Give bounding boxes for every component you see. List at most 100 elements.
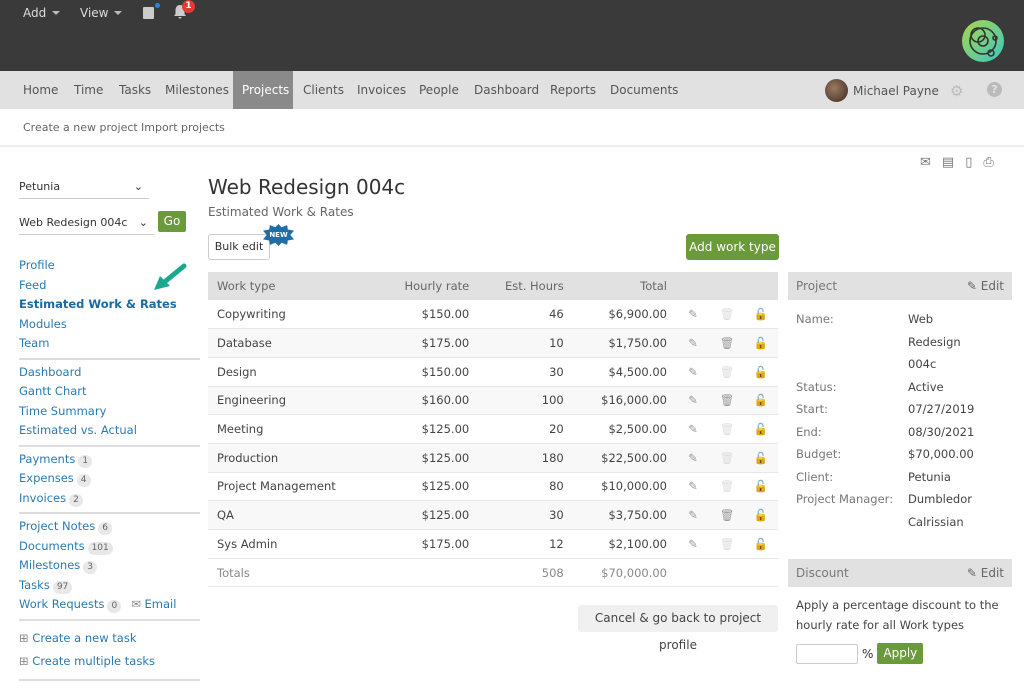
chevron-down-icon: ⌄ [138,216,148,229]
user-name: Michael Payne [853,83,939,98]
unlock-icon[interactable]: 🔓 [744,443,778,473]
unlock-icon[interactable]: 🔓 [744,386,778,416]
plus-box-icon: ⊞ [19,653,33,668]
hourly-rate-cell: $150.00 [376,300,479,330]
discount-input[interactable] [796,643,858,664]
sidebar-item-work-requests[interactable]: Work Requests 0 [19,595,122,615]
nav-people[interactable]: People [410,71,468,109]
pencil-icon[interactable]: ✎ [676,328,710,358]
edit-project-button[interactable]: ✎ Edit [967,279,1004,293]
sidebar-item-estimated-vs-actual[interactable]: Estimated vs. Actual [19,421,200,441]
pencil-icon[interactable]: ✎ [676,443,710,473]
email-work-requests-link[interactable]: ✉ Email [131,595,176,615]
col-total: Total [572,272,676,300]
trash-icon[interactable]: 🗑 [710,328,744,358]
client-select[interactable]: Petunia ⌄ [19,175,149,199]
unlock-icon[interactable]: 🔓 [744,500,778,530]
edit-discount-button[interactable]: ✎ Edit [967,566,1004,580]
trash-icon[interactable]: 🗑 [710,386,744,416]
create-multiple-label: Create multiple tasks [32,653,155,668]
view-menu[interactable]: View [80,6,123,20]
sidebar-item-dashboard[interactable]: Dashboard [19,363,200,383]
sidebar-item-payments[interactable]: Payments 1 [19,450,200,470]
email-icon[interactable]: ✉ [920,155,931,170]
sidebar-item-gantt[interactable]: Gantt Chart [19,382,200,402]
pencil-icon[interactable]: ✎ [676,529,710,559]
sidebar-item-milestones[interactable]: Milestones 3 [19,556,200,576]
discount-description: Apply a percentage discount to the hourl… [796,598,999,632]
nav-projects[interactable]: Projects [233,71,293,109]
create-project-link[interactable]: Create a new project [23,121,138,134]
unlock-icon[interactable]: 🔓 [744,328,778,358]
count-badge: 0 [107,600,122,613]
add-menu[interactable]: Add [23,6,61,20]
app-logo[interactable] [962,20,1004,62]
hourly-rate-cell: $125.00 [376,414,479,444]
work-type-cell: Design [208,357,377,387]
unlock-icon[interactable]: 🔓 [744,357,778,387]
unlock-icon[interactable]: 🔓 [744,472,778,502]
sidebar-item-team[interactable]: Team [19,334,200,354]
sidebar-item-project-notes[interactable]: Project Notes 6 [19,517,200,537]
field-label: End: [796,424,822,439]
print-icon[interactable]: ⎙ [983,155,993,170]
est-hours-cell: 10 [478,328,573,358]
project-select[interactable]: Web Redesign 004c ⌄ [19,211,154,235]
sidebar-item-modules[interactable]: Modules [19,315,200,335]
total-cell: $2,500.00 [572,414,676,444]
pencil-icon[interactable]: ✎ [676,300,710,330]
hourly-rate-cell: $125.00 [376,500,479,530]
unlock-icon[interactable]: 🔓 [744,529,778,559]
sidebar-item-invoices[interactable]: Invoices 2 [19,489,200,509]
help-icon[interactable]: ? [987,82,1002,97]
gear-icon[interactable]: ⚙ [950,82,963,100]
pencil-icon[interactable]: ✎ [676,414,710,444]
pencil-icon[interactable]: ✎ [676,357,710,387]
nav-invoices[interactable]: Invoices [348,71,415,109]
nav-milestones[interactable]: Milestones [156,71,238,109]
sidebar-item-documents[interactable]: Documents 101 [19,537,200,557]
nav-documents[interactable]: Documents [601,71,687,109]
unlock-icon[interactable]: 🔓 [744,414,778,444]
pencil-icon[interactable]: ✎ [676,472,710,502]
sticky-note-icon[interactable] [143,7,154,19]
sidebar-item-expenses[interactable]: Expenses 4 [19,469,200,489]
create-task-link[interactable]: ⊞ Create a new task [19,627,200,650]
field-value: Dumbledor Calrissian [908,492,972,529]
unlock-icon[interactable]: 🔓 [744,300,778,330]
total-cell: $6,900.00 [572,300,676,330]
totals-row: Totals 508 $70,000.00 [208,558,778,588]
user-menu[interactable]: Michael Payne [825,79,939,102]
apply-button[interactable]: Apply [877,643,924,664]
excel-export-icon[interactable]: ▤ [942,155,954,170]
project-field: Start: 07/27/2019 [788,398,1012,421]
work-types-table: Work type Hourly rate Est. Hours Total C… [208,272,778,588]
cancel-button[interactable]: Cancel & go back to project profile [578,605,778,652]
nav-dashboard[interactable]: Dashboard [465,71,548,109]
nav-tasks[interactable]: Tasks [110,71,160,109]
bulk-edit-button[interactable]: Bulk edit [208,234,270,260]
percent-label: % [862,646,874,661]
tasks-label: Tasks [19,577,50,592]
caret-down-icon [114,11,123,15]
trash-icon[interactable]: 🗑 [710,500,744,530]
create-multiple-tasks-link[interactable]: ⊞ Create multiple tasks [19,650,200,673]
go-button[interactable]: Go [158,211,186,232]
add-work-type-button[interactable]: Add work type [686,234,779,260]
sidebar-item-estimated-work[interactable]: Estimated Work & Rates [19,295,200,315]
sidebar-item-time-summary[interactable]: Time Summary [19,402,200,422]
nav-home[interactable]: Home [14,71,67,109]
field-value: Web Redesign 004c [908,312,961,371]
pencil-icon[interactable]: ✎ [676,386,710,416]
sidebar-item-tasks[interactable]: Tasks 97 [19,576,200,596]
trash-icon: 🗑 [710,357,744,387]
add-label: Add [23,6,47,20]
trash-icon: 🗑 [710,300,744,330]
nav-clients[interactable]: Clients [294,71,353,109]
import-projects-link[interactable]: Import projects [141,121,225,134]
pencil-icon[interactable]: ✎ [676,500,710,530]
nav-time[interactable]: Time [65,71,112,109]
field-label: Project Manager: [796,492,894,506]
pdf-export-icon[interactable]: ▯ [965,155,972,170]
nav-reports[interactable]: Reports [541,71,605,109]
